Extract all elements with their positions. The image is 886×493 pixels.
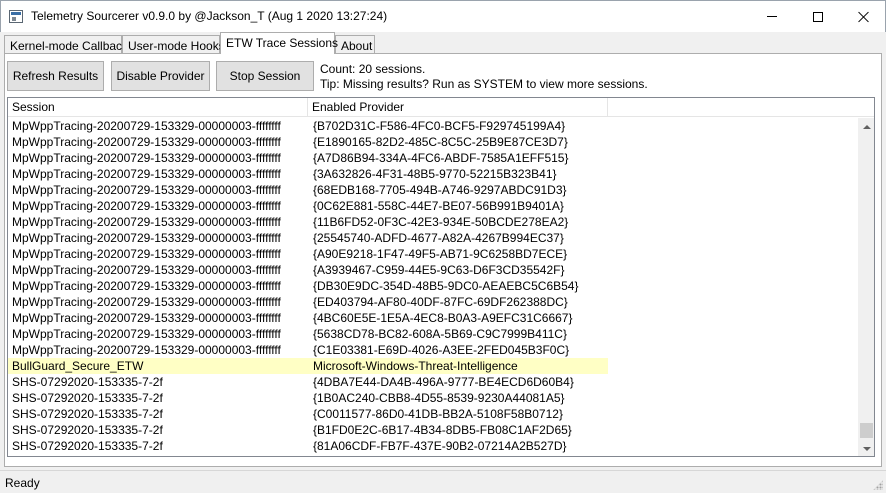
scroll-up-button[interactable]: [858, 118, 874, 135]
table-row[interactable]: SHS-07292020-153335-7-2f {81A06CDF-FB7F-4…: [8, 438, 608, 454]
tab-etw-trace-sessions[interactable]: ETW Trace Sessions: [220, 32, 338, 54]
session-cell: SHS-07292020-153335-7-2f: [12, 391, 163, 405]
session-cell: MpWppTracing-20200729-153329-00000003-ff…: [12, 199, 281, 213]
session-cell: MpWppTracing-20200729-153329-00000003-ff…: [12, 327, 281, 341]
tip-text: Tip: Missing results? Run as SYSTEM to v…: [320, 77, 648, 91]
scroll-down-arrow-icon: [862, 446, 871, 451]
provider-cell: {0C62E881-558C-44E7-BE07-56B991B9401A}: [313, 199, 564, 213]
session-cell: SHS-07292020-153335-7-2f: [12, 439, 163, 453]
tab-about[interactable]: About: [335, 35, 375, 54]
status-text: Ready: [5, 476, 40, 490]
table-row[interactable]: SHS-07292020-153335-7-2f {1B0AC240-CBB8-4…: [8, 390, 608, 406]
provider-cell: {DB30E9DC-354D-48B5-9DC0-AEAEBC5C6B54}: [313, 279, 579, 293]
table-row[interactable]: SHS-07292020-153335-7-2f {B1FD0E2C-6B17-4…: [8, 422, 608, 438]
session-cell: MpWppTracing-20200729-153329-00000003-ff…: [12, 263, 281, 277]
provider-cell: {ED403794-AF80-40DF-87FC-69DF262388DC}: [313, 295, 568, 309]
provider-cell: {A7D86B94-334A-4FC6-ABDF-7585A1EFF515}: [313, 151, 569, 165]
minimize-button[interactable]: [749, 1, 795, 32]
provider-cell: {68EDB168-7705-494B-A746-9297ABDC91D3}: [313, 183, 567, 197]
table-row[interactable]: MpWppTracing-20200729-153329-00000003-ff…: [8, 150, 608, 166]
tab-strip: Kernel-mode Callbacks User-mode Hooks ET…: [4, 32, 882, 54]
list-header: Session Enabled Provider: [8, 98, 874, 117]
provider-cell: {4DBA7E44-DA4B-496A-9777-BE4ECD6D60B4}: [313, 375, 574, 389]
provider-cell: {5638CD78-BC82-608A-5B69-C9C7999B411C}: [313, 327, 567, 341]
close-icon: [858, 11, 870, 23]
tab-user-mode-hooks[interactable]: User-mode Hooks: [122, 35, 225, 54]
app-icon[interactable]: [9, 10, 23, 23]
minimize-icon: [767, 16, 777, 17]
refresh-results-button[interactable]: Refresh Results: [7, 61, 104, 91]
table-row[interactable]: MpWppTracing-20200729-153329-00000003-ff…: [8, 326, 608, 342]
provider-cell: {25545740-ADFD-4677-A82A-4267B994EC37}: [313, 231, 564, 245]
session-cell: MpWppTracing-20200729-153329-00000003-ff…: [12, 119, 281, 133]
table-row[interactable]: MpWppTracing-20200729-153329-00000003-ff…: [8, 342, 608, 358]
provider-cell: {B1FD0E2C-6B17-4B34-8DB5-FB08C1AF2D65}: [313, 423, 572, 437]
session-cell: SHS-07292020-153335-7-2f: [12, 423, 163, 437]
table-row[interactable]: MpWppTracing-20200729-153329-00000003-ff…: [8, 198, 608, 214]
column-header-session[interactable]: Session: [8, 98, 308, 117]
stop-session-button[interactable]: Stop Session: [216, 61, 314, 91]
status-bar: Ready: [0, 470, 886, 493]
close-button[interactable]: [841, 1, 886, 32]
resize-grip-icon[interactable]: [873, 480, 883, 490]
session-cell: SHS-07292020-153335-7-2f: [12, 407, 163, 421]
list-body: MpWppTracing-20200729-153329-00000003-ff…: [8, 118, 858, 456]
table-row[interactable]: BullGuard_Secure_ETW Microsoft-Windows-Th…: [8, 358, 608, 374]
table-row[interactable]: MpWppTracing-20200729-153329-00000003-ff…: [8, 230, 608, 246]
tab-kernel-mode-callbacks[interactable]: Kernel-mode Callbacks: [4, 35, 134, 54]
table-row[interactable]: MpWppTracing-20200729-153329-00000003-ff…: [8, 246, 608, 262]
session-cell: SHS-07292020-153335-7-2f: [12, 375, 163, 389]
maximize-icon: [813, 11, 823, 22]
session-cell: MpWppTracing-20200729-153329-00000003-ff…: [12, 183, 281, 197]
session-cell: MpWppTracing-20200729-153329-00000003-ff…: [12, 247, 281, 261]
provider-cell: {1B0AC240-CBB8-4D55-8539-9230A44081A5}: [313, 391, 565, 405]
provider-cell: {81A06CDF-FB7F-437E-90B2-07214A2B527D}: [313, 439, 567, 453]
table-row[interactable]: SHS-07292020-153335-7-2f {4DBA7E44-DA4B-4…: [8, 374, 608, 390]
session-cell: MpWppTracing-20200729-153329-00000003-ff…: [12, 343, 281, 357]
provider-cell: {A3939467-C959-44E5-9C63-D6F3CD35542F}: [313, 263, 565, 277]
vertical-scrollbar[interactable]: [858, 118, 874, 456]
session-cell: MpWppTracing-20200729-153329-00000003-ff…: [12, 151, 281, 165]
scroll-down-button[interactable]: [858, 440, 874, 456]
table-row[interactable]: MpWppTracing-20200729-153329-00000003-ff…: [8, 278, 608, 294]
provider-cell: {E1890165-82D2-485C-8C5C-25B9E87CE3D7}: [313, 135, 568, 149]
table-row[interactable]: MpWppTracing-20200729-153329-00000003-ff…: [8, 166, 608, 182]
table-row[interactable]: MpWppTracing-20200729-153329-00000003-ff…: [8, 214, 608, 230]
table-row[interactable]: MpWppTracing-20200729-153329-00000003-ff…: [8, 294, 608, 310]
provider-cell: {A90E9218-1F47-49F5-AB71-9C6258BD7ECE}: [313, 247, 568, 261]
session-cell: MpWppTracing-20200729-153329-00000003-ff…: [12, 231, 281, 245]
session-cell: BullGuard_Secure_ETW: [12, 359, 144, 373]
sessions-list-view[interactable]: Session Enabled Provider MpWppTracing-20…: [7, 97, 875, 457]
maximize-button[interactable]: [795, 1, 841, 32]
provider-cell: {C1E03381-E69D-4026-A3EE-2FED045B3F0C}: [313, 343, 570, 357]
table-row[interactable]: MpWppTracing-20200729-153329-00000003-ff…: [8, 134, 608, 150]
provider-cell: {C0011577-86D0-41DB-BB2A-5108F58B0712}: [313, 407, 563, 421]
scrollbar-thumb[interactable]: [860, 423, 873, 438]
provider-cell: {3A632826-4F31-48B5-9770-52215B323B41}: [313, 167, 557, 181]
session-cell: MpWppTracing-20200729-153329-00000003-ff…: [12, 279, 281, 293]
session-cell: MpWppTracing-20200729-153329-00000003-ff…: [12, 215, 281, 229]
session-cell: MpWppTracing-20200729-153329-00000003-ff…: [12, 295, 281, 309]
scroll-up-arrow-icon: [862, 124, 871, 129]
table-row[interactable]: MpWppTracing-20200729-153329-00000003-ff…: [8, 262, 608, 278]
session-cell: MpWppTracing-20200729-153329-00000003-ff…: [12, 135, 281, 149]
session-count-text: Count: 20 sessions.: [320, 62, 426, 76]
provider-cell: {11B6FD52-0F3C-42E3-934E-50BCDE278EA2}: [313, 215, 569, 229]
disable-provider-button[interactable]: Disable Provider: [111, 61, 210, 91]
provider-cell: {4BC60E5E-1E5A-4EC8-B0A3-A9EFC31C6667}: [313, 311, 573, 325]
table-row[interactable]: SHS-07292020-153335-7-2f {C0011577-86D0-4…: [8, 406, 608, 422]
session-cell: MpWppTracing-20200729-153329-00000003-ff…: [12, 167, 281, 181]
provider-cell: Microsoft-Windows-Threat-Intelligence: [313, 359, 518, 373]
window-title: Telemetry Sourcerer v0.9.0 by @Jackson_T…: [31, 9, 388, 23]
provider-cell: {B702D31C-F586-4FC0-BCF5-F929745199A4}: [313, 119, 566, 133]
table-row[interactable]: MpWppTracing-20200729-153329-00000003-ff…: [8, 310, 608, 326]
session-cell: MpWppTracing-20200729-153329-00000003-ff…: [12, 311, 281, 325]
table-row[interactable]: MpWppTracing-20200729-153329-00000003-ff…: [8, 118, 608, 134]
column-header-enabled-provider[interactable]: Enabled Provider: [308, 98, 608, 117]
title-bar[interactable]: Telemetry Sourcerer v0.9.0 by @Jackson_T…: [0, 0, 886, 32]
table-row[interactable]: MpWppTracing-20200729-153329-00000003-ff…: [8, 182, 608, 198]
